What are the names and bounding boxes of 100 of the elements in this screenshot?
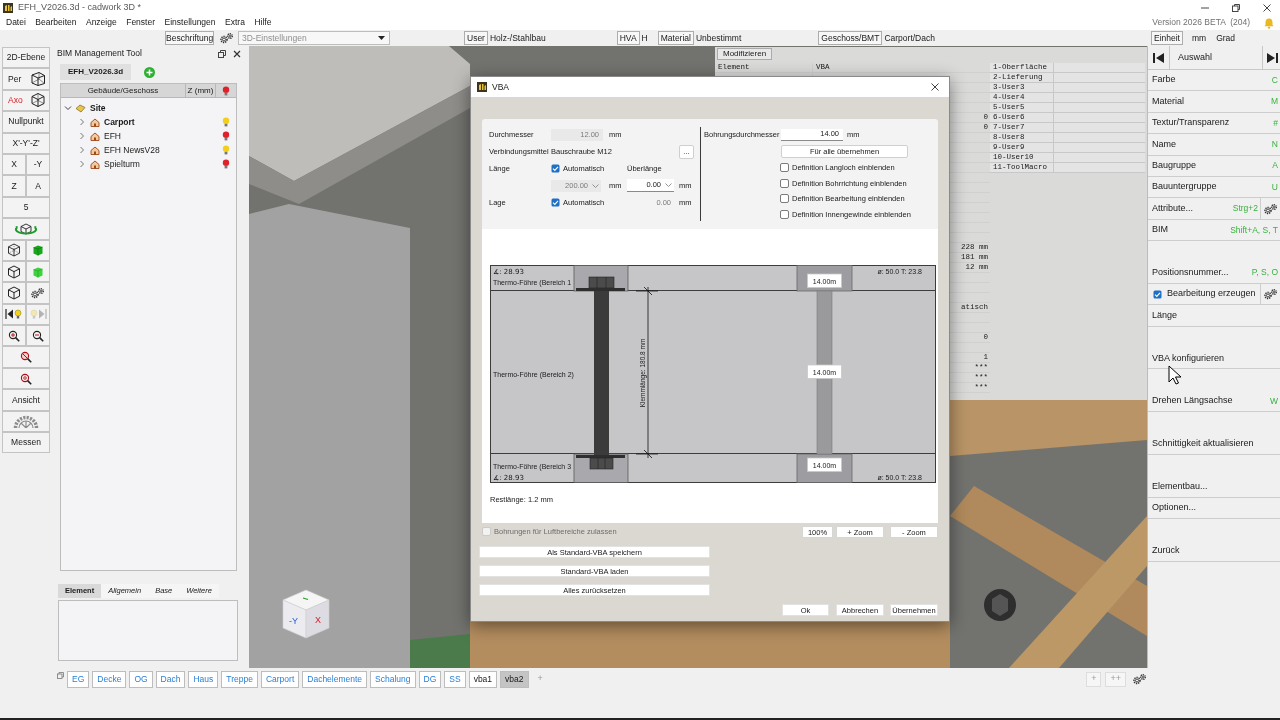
close-icon[interactable] [930,82,940,92]
command-button[interactable]: Optionen... [1148,497,1280,519]
toolbar-button[interactable]: Nullpunkt [2,111,50,133]
skip-back-icon[interactable] [1151,51,1166,64]
toolbar-button[interactable]: Z [2,175,26,197]
sheet-tab[interactable]: EG [67,670,90,688]
command-button[interactable]: Drehen Längsachse W [1148,390,1280,412]
sheet-tab[interactable]: DG [418,670,442,688]
gears-icon[interactable] [1132,673,1148,685]
cogwheel-icon[interactable] [12,414,40,429]
sheet-tab[interactable]: Dachelemente [302,670,368,688]
toolbar-button[interactable]: X [2,153,26,176]
settings-button[interactable] [26,282,50,304]
column-header[interactable] [216,84,236,98]
bulb-icon[interactable] [222,117,230,127]
menu-item[interactable]: Datei [6,16,26,29]
toolbar-button[interactable]: Messen [2,432,50,454]
zoom-button[interactable] [2,367,50,390]
navigation-cube[interactable]: -Y X [282,589,330,639]
tree-item[interactable]: Carport [104,115,135,129]
bulb-icon[interactable] [222,145,230,155]
tree-item[interactable]: Site [90,101,106,115]
settings-button[interactable] [2,410,50,433]
close-icon[interactable] [233,49,241,58]
zoom-in-icon[interactable] [8,329,20,342]
sheet-tab[interactable]: Schalung [370,670,416,688]
toolbar-button[interactable]: User [464,31,488,45]
sheet-tab[interactable]: Dach [155,670,186,688]
command-button[interactable]: Positionsnummer... P, S, O [1148,262,1280,283]
zoom-out-button[interactable] [26,325,50,347]
sheet-tab[interactable]: Haus [188,670,219,688]
toolbar-button[interactable]: HVA [616,31,640,45]
sheet-tab[interactable]: Decke [92,670,127,688]
command-button[interactable]: Baugruppe A [1148,155,1280,176]
magnifier-icon[interactable] [20,372,32,385]
wireframe-button[interactable] [2,239,26,261]
gears-icon[interactable] [30,287,46,299]
column-header[interactable]: Gebäude/Geschoss [61,84,186,98]
menu-item[interactable]: Fenster [126,16,155,29]
sheet-tab[interactable]: SS [444,670,466,688]
checkbox-label[interactable]: Bearbeitung erzeugen [1167,287,1256,301]
checkbox[interactable] [1153,289,1162,299]
menu-item[interactable]: Hilfe [254,16,272,29]
label-button[interactable]: Beschriftung [165,31,214,45]
previous-bulb-icon[interactable] [5,308,23,321]
toolbar-button[interactable]: -Y [26,153,50,176]
restore-icon[interactable] [1231,2,1241,13]
sheet-tab[interactable]: vba2 [500,670,529,688]
toolbar-button[interactable]: Ansicht [2,389,50,411]
gears-icon[interactable] [1262,288,1279,301]
tree-item[interactable]: EFH NewsV28 [104,143,160,157]
sheet-tab[interactable]: Treppe [221,670,258,688]
toolbar-button[interactable]: 2D-Ebene [2,47,50,69]
command-button[interactable]: Länge [1148,305,1280,326]
column-header[interactable]: Z (mm) [186,84,216,98]
command-button[interactable]: Name N [1148,134,1280,155]
sheet-tab[interactable]: vba1 [468,670,498,688]
toolbar-button[interactable]: X'-Y'-Z' [2,132,50,154]
checkbox[interactable] [780,194,789,204]
wireframe-cube-icon[interactable] [7,243,21,258]
menu-item[interactable]: Extra [225,16,245,29]
previous-button[interactable] [2,303,26,326]
command-button[interactable]: VBA konfigurieren [1148,348,1280,369]
view-button[interactable]: Per [2,68,50,90]
menu-item[interactable]: Bearbeiten [35,16,77,29]
checkbox[interactable] [780,209,789,219]
cube-icon[interactable] [7,286,21,300]
toolbar-button[interactable]: 5 [2,196,50,219]
toolbar-button[interactable]: Material [657,31,694,45]
close-icon[interactable] [1262,2,1272,13]
sheet-tab[interactable]: Carport [260,670,300,688]
command-button[interactable]: Farbe C [1148,70,1280,91]
menu-item[interactable]: Einstellungen [164,16,216,29]
magnifier-icon[interactable] [20,351,32,364]
menu-item[interactable]: Anzeige [85,16,117,29]
cube-icon[interactable] [7,264,21,279]
command-button[interactable]: Elementbau... [1148,476,1280,497]
zoom-button[interactable] [2,346,50,368]
cube-button[interactable] [2,282,26,304]
command-button[interactable]: Bauuntergruppe U [1148,176,1280,198]
panel-tab[interactable]: Modifizieren [717,48,773,60]
command-button[interactable]: Schnittigkeit aktualisieren [1148,433,1280,455]
gears-icon[interactable] [219,32,235,44]
skip-forward-icon[interactable] [1264,51,1279,64]
zoom-in-button[interactable] [2,325,26,347]
view-button[interactable]: Axo [2,89,50,112]
orbit-button[interactable] [2,218,50,240]
tree-item[interactable]: Spielturm [104,157,140,171]
gears-icon[interactable] [1262,202,1279,215]
command-button[interactable]: Zurück [1148,540,1280,561]
checkbox[interactable] [780,178,789,188]
toolbar-button[interactable]: A [26,175,50,197]
toolbar-button[interactable]: Geschoss/BMT [818,31,883,45]
add-icon[interactable] [144,66,156,78]
cube-button[interactable] [2,260,26,283]
tree-item[interactable]: EFH [104,129,121,143]
restore-icon[interactable] [218,49,226,58]
command-button[interactable]: Attribute... Strg+2 [1148,198,1260,219]
zoom-out-icon[interactable] [32,329,44,342]
bulb-icon[interactable] [222,131,230,141]
